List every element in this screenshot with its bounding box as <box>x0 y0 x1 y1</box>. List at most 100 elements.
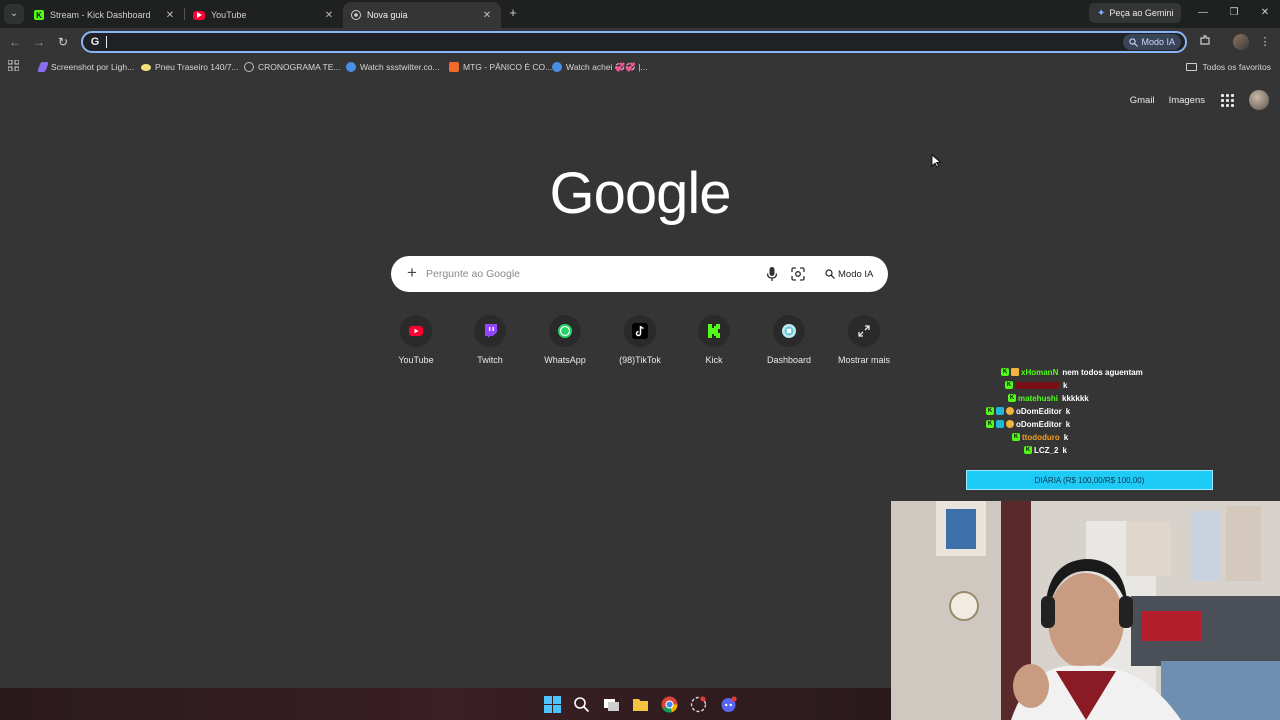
close-window-button[interactable]: ✕ <box>1257 5 1273 21</box>
task-view-icon[interactable] <box>603 696 620 713</box>
close-icon[interactable]: ✕ <box>164 10 176 21</box>
goal-label: DIÁRIA (R$ 100,00/R$ 100,00) <box>1034 475 1145 485</box>
kick-icon: K <box>34 10 44 20</box>
chat-text: k <box>1065 419 1071 429</box>
search-input[interactable] <box>426 266 746 282</box>
restore-button[interactable]: ❐ <box>1226 5 1242 21</box>
bookmark-item[interactable]: Watch achei 💞💞 |... <box>552 59 648 75</box>
search-sparkle-icon <box>1129 37 1139 47</box>
chat-username <box>1015 381 1059 389</box>
bookmark-label: MTG - PÂNICO É CO... <box>463 62 553 72</box>
shortcut-icon-wrap <box>549 315 581 347</box>
forward-button[interactable]: → <box>31 34 47 50</box>
tab-nova-guia[interactable]: Nova guia ✕ <box>343 2 501 28</box>
back-button[interactable]: ← <box>7 34 23 50</box>
google-apps-icon[interactable] <box>1219 92 1235 108</box>
google-logo: Google <box>549 161 731 226</box>
chat-message: K ttododuro k <box>1012 431 1068 443</box>
google-top-links: Gmail Imagens <box>1130 90 1269 110</box>
mercadolivre-icon <box>141 63 151 71</box>
profile-avatar[interactable] <box>1233 34 1249 50</box>
microphone-icon[interactable] <box>765 266 779 282</box>
chat-message: K oDomEditor k <box>986 418 1070 430</box>
obs-icon[interactable] <box>690 696 707 713</box>
chat-username: ttododuro <box>1022 432 1060 442</box>
close-icon[interactable]: ✕ <box>481 10 493 21</box>
extensions-icon[interactable] <box>1197 34 1213 50</box>
bookmark-label: Watch achei 💞💞 |... <box>566 61 648 72</box>
google-g-icon: G <box>90 36 100 48</box>
shortcut-youtube[interactable]: YouTube <box>379 315 453 365</box>
search-icon[interactable] <box>573 696 590 713</box>
imagens-link[interactable]: Imagens <box>1169 95 1205 106</box>
chat-text: k <box>1063 380 1068 390</box>
modo-ia-label: Modo IA <box>1141 37 1175 47</box>
bookmark-label: Watch ssstwitter.co... <box>360 62 440 72</box>
shortcut-icon-wrap <box>848 315 880 347</box>
kick-badge-icon: K <box>1008 394 1016 402</box>
globe-icon <box>346 62 356 72</box>
omnibox[interactable]: G Modo IA <box>81 31 1187 53</box>
close-icon[interactable]: ✕ <box>323 10 335 21</box>
bookmark-item[interactable]: Screenshot por Ligh... <box>37 59 135 75</box>
chat-text: k <box>1062 445 1067 455</box>
modo-ia-search-button[interactable]: Modo IA <box>820 265 878 283</box>
shortcut-icon-wrap <box>400 315 432 347</box>
address-input[interactable] <box>111 34 1111 50</box>
bookmark-label: CRONOGRAMA TE... <box>258 62 341 72</box>
search-box[interactable]: + Modo IA <box>391 256 888 292</box>
sub-badge-icon <box>1006 420 1014 428</box>
chat-text: nem todos aguentam <box>1062 367 1143 377</box>
youtube-icon <box>193 10 205 20</box>
google-lens-icon[interactable] <box>791 267 805 281</box>
globe-icon <box>552 62 562 72</box>
chat-message: K xHomanN nem todos aguentam <box>1001 366 1143 378</box>
youtube-icon <box>409 326 423 336</box>
windows-start-icon[interactable] <box>544 696 561 713</box>
shortcut-icon-wrap <box>773 315 805 347</box>
shortcut-label: Kick <box>705 355 723 365</box>
tab-title: Nova guia <box>367 10 408 20</box>
shortcut-tiktok[interactable]: (98)TikTok <box>603 315 677 365</box>
globe-icon <box>244 62 254 72</box>
chat-username: xHomanN <box>1021 367 1059 377</box>
discord-icon[interactable] <box>720 696 737 713</box>
tab-youtube[interactable]: YouTube ✕ <box>185 2 343 28</box>
tab-kick-dashboard[interactable]: K Stream - Kick Dashboard ✕ <box>26 2 184 28</box>
tab-search-button[interactable]: ⌄ <box>4 4 24 24</box>
gmail-link[interactable]: Gmail <box>1130 95 1155 106</box>
text-caret <box>106 36 107 48</box>
shortcut-kick[interactable]: Kick <box>677 315 751 365</box>
new-tab-button[interactable]: + <box>505 5 521 21</box>
chrome-icon[interactable] <box>661 696 678 713</box>
shortcuts-grid: YouTube Twitch WhatsApp (98)TikTok Kick … <box>386 315 896 375</box>
kebab-menu-icon[interactable]: ⋮ <box>1257 34 1273 50</box>
chrome-icon <box>351 10 361 20</box>
all-bookmarks-button[interactable]: Todos os favoritos <box>1186 59 1271 75</box>
shortcut-whatsapp[interactable]: WhatsApp <box>528 315 602 365</box>
shortcut-label: (98)TikTok <box>619 355 661 365</box>
bookmark-item[interactable]: MTG - PÂNICO É CO... <box>449 59 552 75</box>
sub-badge-icon <box>1011 368 1019 376</box>
toolbar: ← → ↻ G Modo IA ⋮ <box>0 28 1280 56</box>
reload-button[interactable]: ↻ <box>55 34 71 50</box>
bookmarks-bar: Screenshot por Ligh... Pneu Traseiro 140… <box>0 56 1280 78</box>
modo-ia-button[interactable]: Modo IA <box>1123 34 1181 50</box>
daily-goal-bar: DIÁRIA (R$ 100,00/R$ 100,00) <box>966 470 1213 490</box>
shortcut-mostrar-mais[interactable]: Mostrar mais <box>827 315 901 365</box>
bookmark-label: Screenshot por Ligh... <box>51 62 135 72</box>
apps-icon[interactable] <box>7 59 20 72</box>
plus-icon[interactable]: + <box>403 264 421 282</box>
webcam-image <box>891 501 1280 720</box>
gemini-button[interactable]: ✦ Peça ao Gemini <box>1089 3 1182 23</box>
kick-icon <box>708 324 720 338</box>
shortcut-twitch[interactable]: Twitch <box>453 315 527 365</box>
bookmark-item[interactable]: Watch ssstwitter.co... <box>346 59 440 75</box>
all-bookmarks-label: Todos os favoritos <box>1202 62 1271 72</box>
bookmark-item[interactable]: CRONOGRAMA TE... <box>244 59 341 75</box>
shortcut-dashboard[interactable]: Dashboard <box>752 315 826 365</box>
file-explorer-icon[interactable] <box>632 696 649 713</box>
account-avatar[interactable] <box>1249 90 1269 110</box>
bookmark-item[interactable]: Pneu Traseiro 140/7... <box>141 59 239 75</box>
minimize-button[interactable]: — <box>1195 5 1211 21</box>
